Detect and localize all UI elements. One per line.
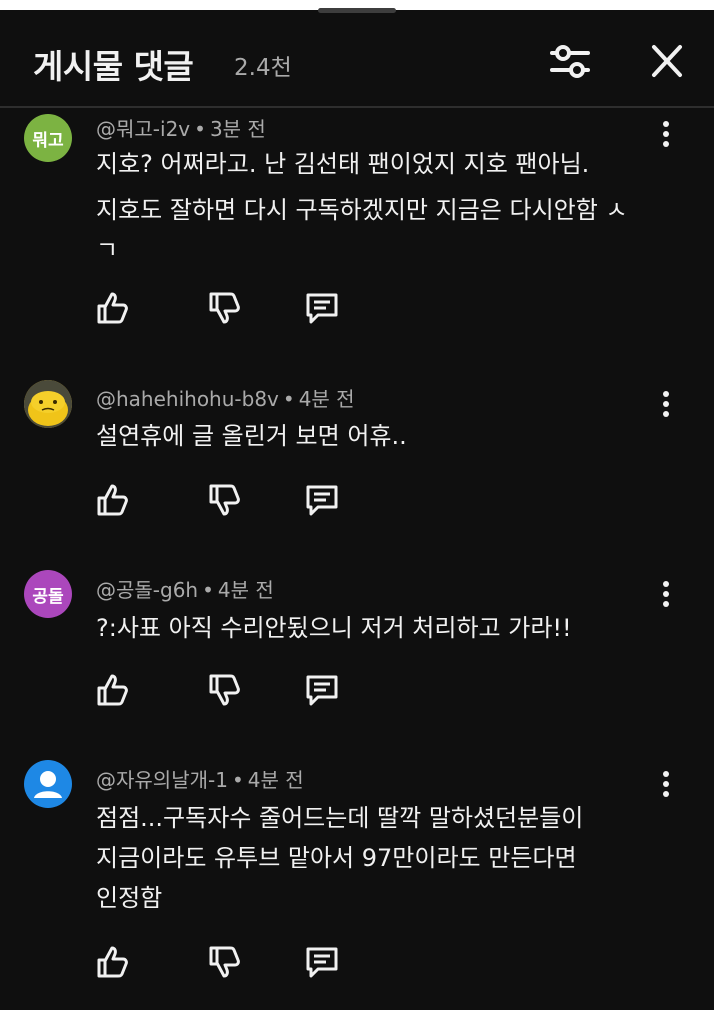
reply-button[interactable] — [302, 480, 342, 520]
like-button[interactable] — [92, 480, 132, 520]
separator-dot: • — [231, 768, 244, 792]
comment-actions — [92, 480, 352, 520]
like-button[interactable] — [92, 670, 132, 710]
close-button[interactable] — [644, 40, 690, 82]
reply-button[interactable] — [302, 942, 342, 982]
default-avatar-icon — [34, 771, 62, 798]
filter-sort-button[interactable] — [546, 40, 594, 82]
reply-button[interactable] — [302, 670, 342, 710]
comment-line: 지호? 어쩌라고. 난 김선태 팬이었지 지호 팬아님. — [96, 150, 590, 178]
comment-reply-icon — [306, 947, 338, 978]
thumb-up-icon — [97, 292, 128, 324]
thumb-down-icon — [209, 484, 240, 516]
comment-reply-icon — [306, 293, 338, 324]
comment-line: 설연휴에 글 올린거 보면 어휴.. — [96, 422, 407, 450]
comment-reply-icon — [306, 485, 338, 516]
dislike-button[interactable] — [204, 288, 244, 328]
comment-count: 2.4천 — [234, 55, 292, 81]
comment-line: ?:사표 아직 수리안됬으니 저거 처리하고 가라!! — [96, 614, 572, 642]
dislike-button[interactable] — [204, 670, 244, 710]
comment-time: 4분 전 — [298, 387, 355, 411]
thumb-up-icon — [97, 484, 128, 516]
comment-text: ?:사표 아직 수리안됬으니 저거 처리하고 가라!! — [96, 608, 666, 648]
avatar[interactable]: 공돌 — [24, 570, 72, 618]
comment-line: ㄱ — [96, 236, 119, 264]
comments-header: 게시물 댓글 2.4천 — [0, 10, 714, 108]
comment-meta: @hahehihohu-b8v • 4분 전 — [96, 383, 355, 412]
avatar-image — [24, 380, 72, 428]
comment-text: 지호? 어쩌라고. 난 김선태 팬이었지 지호 팬아님. 지호도 잘하면 다시 … — [96, 144, 666, 270]
close-icon — [652, 45, 682, 77]
avatar-initials: 공돌 — [32, 586, 64, 607]
reply-button[interactable] — [302, 288, 342, 328]
comment-line: 지호도 잘하면 다시 구독하겠지만 지금은 다시안함 ㅅ — [96, 196, 628, 224]
separator-dot: • — [194, 117, 206, 141]
comment-author[interactable]: @hahehihohu-b8v — [96, 387, 279, 411]
comment-actions — [92, 942, 352, 982]
comment-author[interactable]: @공돌-g6h — [96, 578, 198, 602]
comment-meta: @자유의날개-1 • 4분 전 — [96, 764, 304, 793]
comment-time: 4분 전 — [217, 578, 274, 602]
avatar[interactable] — [24, 760, 72, 808]
separator-dot: • — [282, 387, 295, 411]
comment-time: 4분 전 — [247, 768, 304, 792]
comment-meta: @뭐고-i2v • 3분 전 — [96, 113, 266, 142]
avatar[interactable] — [24, 380, 72, 428]
avatar[interactable]: 뭐고 — [24, 114, 72, 162]
comment-reply-icon — [306, 675, 338, 706]
thumb-up-icon — [97, 674, 128, 706]
comment-line: 점점...구독자수 줄어드는데 딸깍 말하셨던분들이 — [96, 804, 584, 832]
avatar-initials: 뭐고 — [32, 130, 64, 151]
like-button[interactable] — [92, 288, 132, 328]
thumb-down-icon — [209, 292, 240, 324]
comment-actions — [92, 288, 352, 328]
comment-time: 3분 전 — [209, 117, 266, 141]
separator-dot: • — [202, 578, 214, 602]
comment-actions — [92, 670, 352, 710]
dislike-button[interactable] — [204, 480, 244, 520]
like-button[interactable] — [92, 942, 132, 982]
comment-line: 지금이라도 유투브 맡아서 97만이라도 만든다면 — [96, 844, 577, 872]
thumb-down-icon — [209, 674, 240, 706]
comment-line: 인정함 — [96, 884, 163, 912]
thumb-down-icon — [209, 946, 240, 978]
dislike-button[interactable] — [204, 942, 244, 982]
thumb-up-icon — [97, 946, 128, 978]
comment-text: 설연휴에 글 올린거 보면 어휴.. — [96, 416, 666, 456]
comment-author[interactable]: @자유의날개-1 — [96, 768, 228, 792]
comment-text: 점점...구독자수 줄어드는데 딸깍 말하셨던분들이 지금이라도 유투브 맡아서… — [96, 798, 666, 918]
page-title: 게시물 댓글 — [33, 47, 194, 86]
comment-author[interactable]: @뭐고-i2v — [96, 117, 190, 141]
tune-sliders-icon — [550, 45, 590, 78]
comment-meta: @공돌-g6h • 4분 전 — [96, 574, 274, 603]
